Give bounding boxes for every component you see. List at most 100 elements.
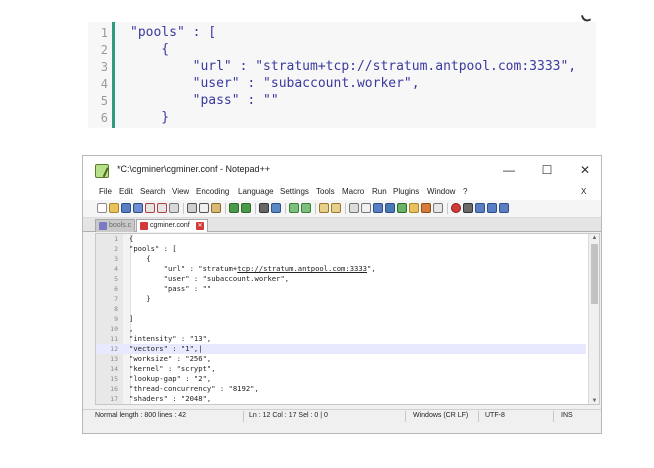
url-link[interactable]: tcp://stratum.antpool.com:3333 xyxy=(237,264,367,273)
menu-help[interactable]: ? xyxy=(463,187,467,196)
minimize-button[interactable]: — xyxy=(497,160,521,180)
line-code: "user" : "subaccount.worker", xyxy=(129,274,290,283)
line-code: "pass" : "" xyxy=(129,284,212,293)
editor-line: 4 "url" : "stratum+tcp://stratum.antpool… xyxy=(96,264,586,274)
menu-window[interactable]: Window xyxy=(427,187,455,196)
zoom-in-icon[interactable] xyxy=(289,203,299,213)
toolbar-separator xyxy=(183,203,184,214)
find-icon[interactable] xyxy=(259,203,269,213)
toolbar-separator xyxy=(255,203,256,214)
record-macro-icon[interactable] xyxy=(451,203,461,213)
wrap-icon[interactable] xyxy=(349,203,359,213)
run-macro-multi-icon[interactable] xyxy=(487,203,497,213)
tab-label: bools.c xyxy=(109,222,132,229)
tab-close-icon[interactable]: ✕ xyxy=(196,222,204,230)
snippet-line: 5 "pass" : "" xyxy=(88,92,596,110)
new-file-icon[interactable] xyxy=(97,203,107,213)
paste-icon[interactable] xyxy=(211,203,221,213)
snippet-line: 1 "pools" : [ xyxy=(88,24,596,42)
scroll-up-icon[interactable]: ▲ xyxy=(590,234,599,243)
editor-line: 9] xyxy=(96,314,586,324)
editor-line: 11 "intensity" : "13", xyxy=(96,334,586,344)
scrollbar-thumb[interactable] xyxy=(591,244,598,304)
line-number: 8 xyxy=(114,305,118,313)
line-number: 2 xyxy=(100,43,108,57)
notepadpp-app-icon xyxy=(95,164,109,178)
maximize-button[interactable]: ☐ xyxy=(535,160,559,180)
open-file-icon[interactable] xyxy=(109,203,119,213)
redo-icon[interactable] xyxy=(241,203,251,213)
line-code-suffix: ", xyxy=(367,264,376,273)
close-icon[interactable] xyxy=(145,203,155,213)
toolbar xyxy=(83,200,601,218)
monitor-icon[interactable] xyxy=(433,203,443,213)
lang-icon[interactable] xyxy=(385,203,395,213)
menu-view[interactable]: View xyxy=(172,187,189,196)
snippet-line: 3 "url" : "stratum+tcp://stratum.antpool… xyxy=(88,58,596,76)
all-chars-icon[interactable] xyxy=(361,203,371,213)
stop-macro-icon[interactable] xyxy=(463,203,473,213)
status-separator xyxy=(553,411,554,422)
editor-line: 3 { xyxy=(96,254,586,264)
editor-line: 13 "worksize" : "256", xyxy=(96,354,586,364)
tab-bar: bools.c cgminer.conf ✕ xyxy=(83,218,601,232)
menu-bar: File Edit Search View Encoding Language … xyxy=(83,186,601,200)
doc-map-icon[interactable] xyxy=(397,203,407,213)
save-icon[interactable] xyxy=(121,203,131,213)
editor-line: 8 xyxy=(96,304,586,314)
menu-close-doc[interactable]: X xyxy=(581,187,586,196)
line-code: "pools" : [ xyxy=(130,25,217,40)
toolbar-separator xyxy=(315,203,316,214)
sync-h-icon[interactable] xyxy=(331,203,341,213)
tab-cgminer-conf[interactable]: cgminer.conf ✕ xyxy=(136,219,208,232)
save-all-icon[interactable] xyxy=(133,203,143,213)
editor-line: 15 "lookup-gap" : "2", xyxy=(96,374,586,384)
folder-workspace-icon[interactable] xyxy=(421,203,431,213)
replace-icon[interactable] xyxy=(271,203,281,213)
line-code: { xyxy=(129,254,151,263)
line-number: 10 xyxy=(110,325,118,333)
cut-icon[interactable] xyxy=(187,203,197,213)
tab-bools[interactable]: bools.c xyxy=(95,219,135,232)
function-list-icon[interactable] xyxy=(409,203,419,213)
line-code: "pass" : "" xyxy=(130,93,279,108)
line-code: "pools" : [ xyxy=(129,244,177,253)
scroll-down-icon[interactable]: ▼ xyxy=(590,397,599,404)
menu-macro[interactable]: Macro xyxy=(342,187,364,196)
line-number: 4 xyxy=(100,77,108,91)
indent-guide-icon[interactable] xyxy=(373,203,383,213)
menu-search[interactable]: Search xyxy=(140,187,165,196)
line-code: , xyxy=(129,324,134,333)
editor-line: 7 } xyxy=(96,294,586,304)
close-button[interactable]: ✕ xyxy=(573,160,597,180)
menu-run[interactable]: Run xyxy=(372,187,387,196)
code-snippet: 1 "pools" : [ 2 { 3 "url" : "stratum+tcp:… xyxy=(88,22,596,128)
status-separator xyxy=(243,411,244,422)
line-number: 11 xyxy=(110,335,118,343)
line-number: 14 xyxy=(110,365,118,373)
editor[interactable]: 1{ 2 "pools" : [ 3 { 4 "url" : "stratum+t… xyxy=(95,233,600,405)
title-bar[interactable]: *C:\cgminer\cgminer.conf - Notepad++ — ☐… xyxy=(83,156,601,186)
menu-tools[interactable]: Tools xyxy=(316,187,335,196)
print-icon[interactable] xyxy=(169,203,179,213)
copy-icon[interactable] xyxy=(199,203,209,213)
close-all-icon[interactable] xyxy=(157,203,167,213)
menu-language[interactable]: Language xyxy=(238,187,274,196)
line-number: 2 xyxy=(114,245,118,253)
line-number: 4 xyxy=(114,265,118,273)
menu-edit[interactable]: Edit xyxy=(119,187,133,196)
editor-line-current: 12 "vectors" : "1",| xyxy=(96,344,586,354)
undo-icon[interactable] xyxy=(229,203,239,213)
notepadpp-window: *C:\cgminer\cgminer.conf - Notepad++ — ☐… xyxy=(82,155,602,434)
play-macro-icon[interactable] xyxy=(475,203,485,213)
vertical-scrollbar[interactable]: ▲ ▼ xyxy=(588,234,599,404)
menu-file[interactable]: File xyxy=(99,187,112,196)
sync-v-icon[interactable] xyxy=(319,203,329,213)
menu-plugins[interactable]: Plugins xyxy=(393,187,419,196)
line-number: 1 xyxy=(100,26,108,40)
save-macro-icon[interactable] xyxy=(499,203,509,213)
menu-encoding[interactable]: Encoding xyxy=(196,187,229,196)
line-number: 12 xyxy=(110,345,118,353)
menu-settings[interactable]: Settings xyxy=(280,187,309,196)
zoom-out-icon[interactable] xyxy=(301,203,311,213)
